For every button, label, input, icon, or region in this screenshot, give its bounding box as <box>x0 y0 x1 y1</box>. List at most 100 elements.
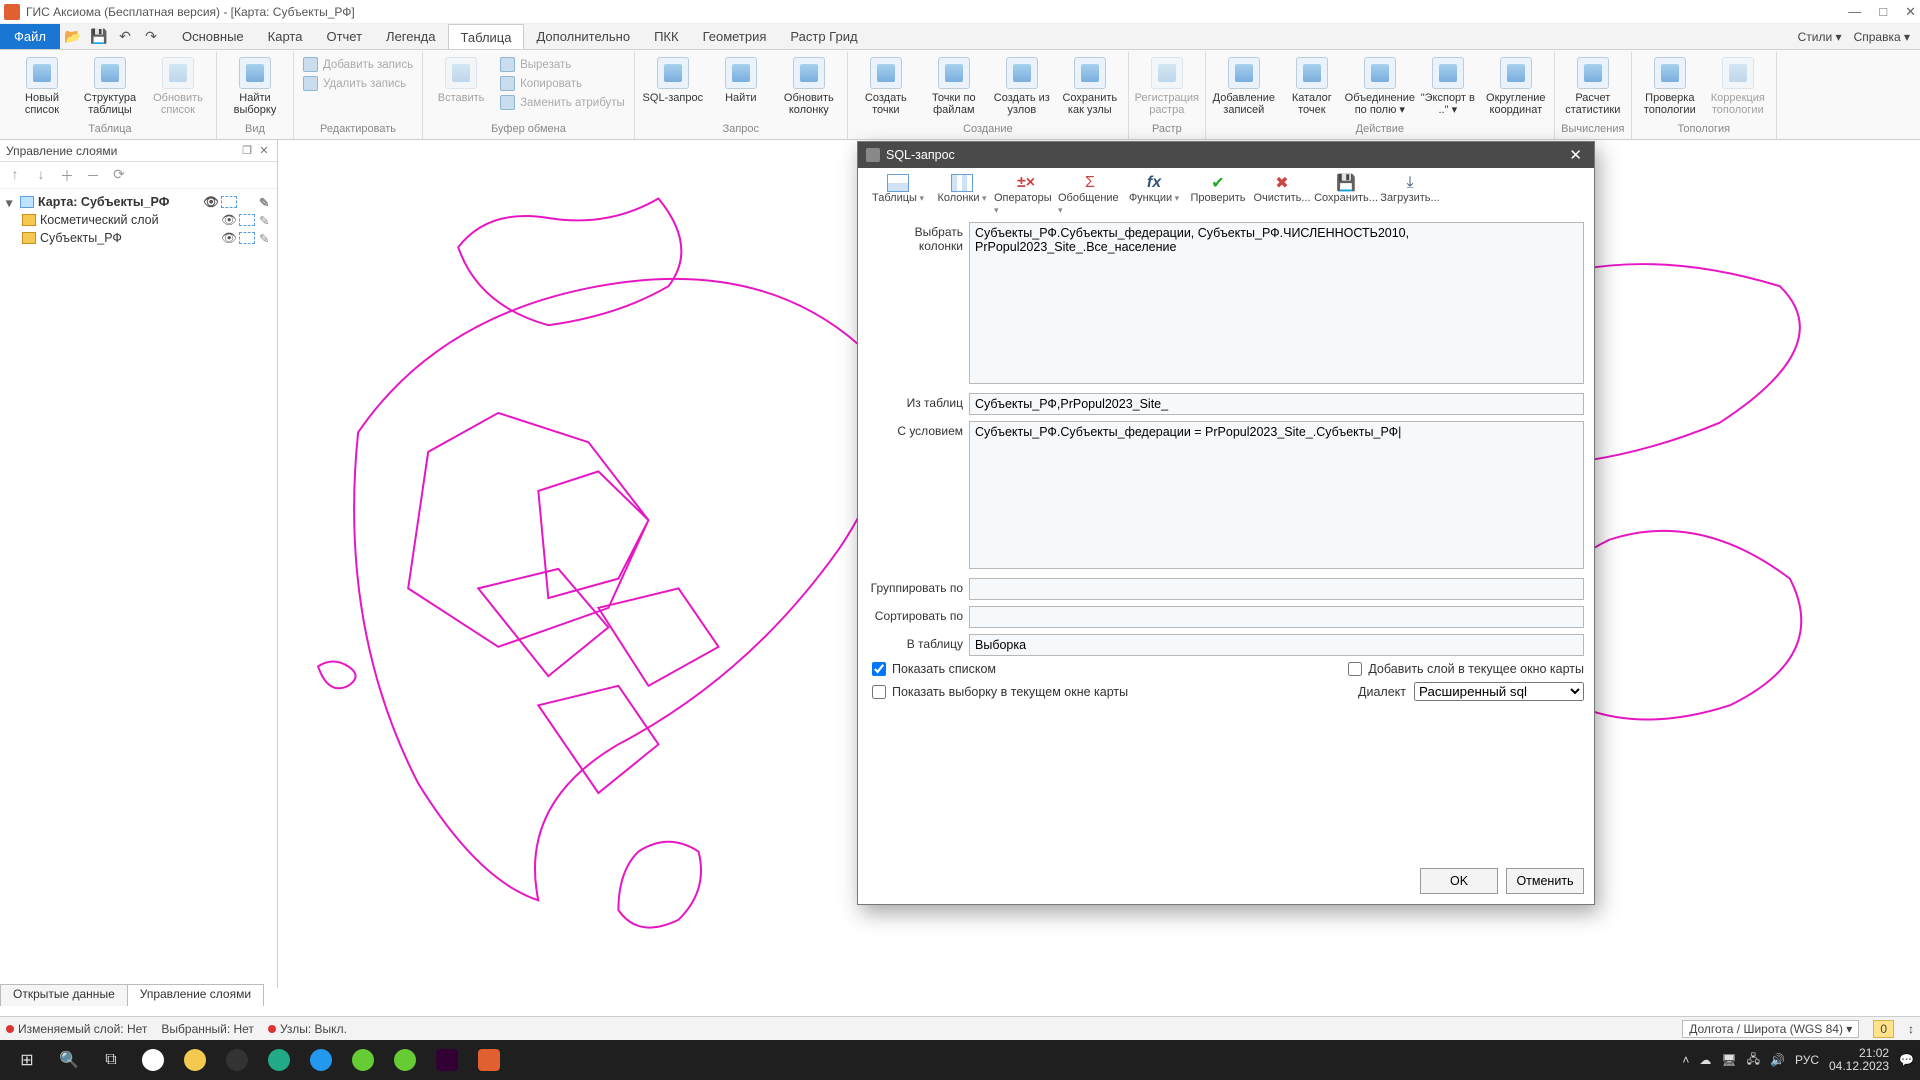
update-column-button[interactable]: Обновить колонку <box>777 54 841 116</box>
check-topology-button[interactable]: Проверка топологии <box>1638 54 1702 116</box>
tree-map-node[interactable]: ▾ Карта: Субъекты_РФ 👁 ✎ <box>4 193 273 211</box>
tab-main[interactable]: Основные <box>170 24 256 49</box>
window-close[interactable]: ✕ <box>1905 4 1916 20</box>
selectable-icon[interactable] <box>239 232 255 244</box>
tool-functions[interactable]: fxФункции <box>1122 174 1186 216</box>
tab-open-data[interactable]: Открытые данные <box>0 984 128 1006</box>
round-coords-button[interactable]: Округление координат <box>1484 54 1548 116</box>
calc-stats-button[interactable]: Расчет статистики <box>1561 54 1625 116</box>
tab-report[interactable]: Отчет <box>314 24 374 49</box>
tray-language[interactable]: РУС <box>1795 1053 1819 1067</box>
tool-verify[interactable]: ✔Проверить <box>1186 174 1250 216</box>
panel-undock-icon[interactable]: ❐ <box>240 144 254 158</box>
qa-open-icon[interactable]: 📂 <box>60 24 86 49</box>
tool-save[interactable]: 💾Сохранить... <box>1314 174 1378 216</box>
into-table-field[interactable] <box>969 634 1584 656</box>
table-structure-button[interactable]: Структура таблицы <box>78 54 142 116</box>
taskbar-app-obs[interactable] <box>216 1044 258 1076</box>
start-button[interactable]: ⊞ <box>6 1044 48 1076</box>
taskbar-app-premiere[interactable] <box>426 1044 468 1076</box>
sql-query-button[interactable]: SQL-запрос <box>641 54 705 104</box>
tab-table[interactable]: Таблица <box>448 24 525 49</box>
points-by-files-button[interactable]: Точки по файлам <box>922 54 986 116</box>
from-tables-field[interactable] <box>969 393 1584 415</box>
edit-icon[interactable]: ✎ <box>259 231 273 246</box>
tray-monitor-icon[interactable]: 🖥 <box>1721 1053 1736 1067</box>
create-from-nodes-button[interactable]: Создать из узлов <box>990 54 1054 116</box>
taskbar-app-yandex[interactable] <box>132 1044 174 1076</box>
export-to-button[interactable]: "Экспорт в .." ▾ <box>1416 54 1480 116</box>
panel-close-icon[interactable]: ✕ <box>257 144 271 158</box>
styles-menu[interactable]: Стили ▾ <box>1798 30 1842 44</box>
save-as-nodes-button[interactable]: Сохранить как узлы <box>1058 54 1122 116</box>
tray-network-icon[interactable]: 🖧 <box>1747 1050 1760 1071</box>
projection-selector[interactable]: Долгота / Широта (WGS 84) ▾ <box>1682 1020 1859 1038</box>
tool-tables[interactable]: Таблицы <box>866 174 930 216</box>
taskbar-app-q2[interactable] <box>384 1044 426 1076</box>
layer-remove-icon[interactable]: － <box>84 166 102 184</box>
task-view-icon[interactable]: ⧉ <box>90 1044 132 1076</box>
tool-aggregation[interactable]: ΣОбобщение <box>1058 174 1122 216</box>
visibility-icon[interactable]: 👁 <box>221 231 235 246</box>
taskbar-app-qgis[interactable] <box>342 1044 384 1076</box>
tray-cloud-icon[interactable]: ☁ <box>1699 1053 1711 1067</box>
order-by-field[interactable] <box>969 606 1584 628</box>
layer-down-icon[interactable]: ↓ <box>32 166 50 184</box>
merge-by-field-button[interactable]: Объединение по полю ▾ <box>1348 54 1412 116</box>
layer-refresh-icon[interactable]: ⟳ <box>110 166 128 184</box>
tab-legend[interactable]: Легенда <box>374 24 447 49</box>
add-layer-checkbox[interactable] <box>1348 662 1362 676</box>
file-menu[interactable]: Файл <box>0 24 60 49</box>
taskbar-app-globe[interactable] <box>258 1044 300 1076</box>
tab-rastergrid[interactable]: Растр Грид <box>778 24 869 49</box>
edit-icon[interactable]: ✎ <box>259 195 273 210</box>
dialect-select[interactable]: Расширенный sql <box>1414 682 1584 701</box>
point-catalog-button[interactable]: Каталог точек <box>1280 54 1344 116</box>
tool-operators[interactable]: ±×Операторы <box>994 174 1058 216</box>
window-minimize[interactable]: — <box>1848 4 1861 20</box>
layer-add-icon[interactable]: ＋ <box>58 166 76 184</box>
warning-count[interactable]: 0 <box>1880 1022 1887 1036</box>
layer-up-icon[interactable]: ↑ <box>6 166 24 184</box>
tab-map[interactable]: Карта <box>256 24 315 49</box>
select-columns-field[interactable] <box>969 222 1584 384</box>
tray-notifications-icon[interactable]: 💬 <box>1899 1053 1914 1067</box>
visibility-icon[interactable]: 👁 <box>221 213 235 228</box>
tab-geometry[interactable]: Геометрия <box>691 24 779 49</box>
window-maximize[interactable]: □ <box>1879 4 1887 20</box>
tray-sound-icon[interactable]: 🔊 <box>1770 1053 1785 1067</box>
dialog-close-button[interactable]: ✕ <box>1565 146 1586 164</box>
tool-load[interactable]: ⤓Загрузить... <box>1378 174 1442 216</box>
show-selection-in-map-checkbox[interactable] <box>872 685 886 699</box>
tab-layer-mgmt[interactable]: Управление слоями <box>127 984 264 1006</box>
qa-undo-icon[interactable]: ↶ <box>112 24 138 49</box>
where-field[interactable] <box>969 421 1584 569</box>
scroll-indicator-icon[interactable]: ↕ <box>1908 1022 1914 1036</box>
search-icon[interactable]: 🔍 <box>48 1044 90 1076</box>
tab-pkk[interactable]: ПКК <box>642 24 691 49</box>
find-button[interactable]: Найти <box>709 54 773 104</box>
tray-chevron-icon[interactable]: ˄ <box>1682 1053 1689 1067</box>
tool-columns[interactable]: Колонки <box>930 174 994 216</box>
taskbar-app-axioma[interactable] <box>468 1044 510 1076</box>
tool-clear[interactable]: ✖Очистить... <box>1250 174 1314 216</box>
qa-save-icon[interactable]: 💾 <box>86 24 112 49</box>
visibility-icon[interactable]: 👁 <box>203 195 217 210</box>
create-points-button[interactable]: Создать точки <box>854 54 918 116</box>
help-menu[interactable]: Справка ▾ <box>1854 30 1910 44</box>
new-list-button[interactable]: Новый список <box>10 54 74 116</box>
tray-clock[interactable]: 21:02 04.12.2023 <box>1829 1047 1889 1073</box>
cancel-button[interactable]: Отменить <box>1506 868 1584 894</box>
show-as-list-checkbox[interactable] <box>872 662 886 676</box>
tree-cosmetic-layer[interactable]: Косметический слой 👁 ✎ <box>4 211 273 229</box>
add-rows-button[interactable]: Добавление записей <box>1212 54 1276 116</box>
selectable-icon[interactable] <box>239 214 255 226</box>
tree-subjects-layer[interactable]: Субъекты_РФ 👁 ✎ <box>4 229 273 247</box>
taskbar-app-explorer[interactable] <box>174 1044 216 1076</box>
qa-redo-icon[interactable]: ↷ <box>138 24 164 49</box>
find-selection-button[interactable]: Найти выборку <box>223 54 287 116</box>
edit-icon[interactable]: ✎ <box>259 213 273 228</box>
selectable-icon[interactable] <box>221 196 237 208</box>
group-by-field[interactable] <box>969 578 1584 600</box>
taskbar-app-browser[interactable] <box>300 1044 342 1076</box>
